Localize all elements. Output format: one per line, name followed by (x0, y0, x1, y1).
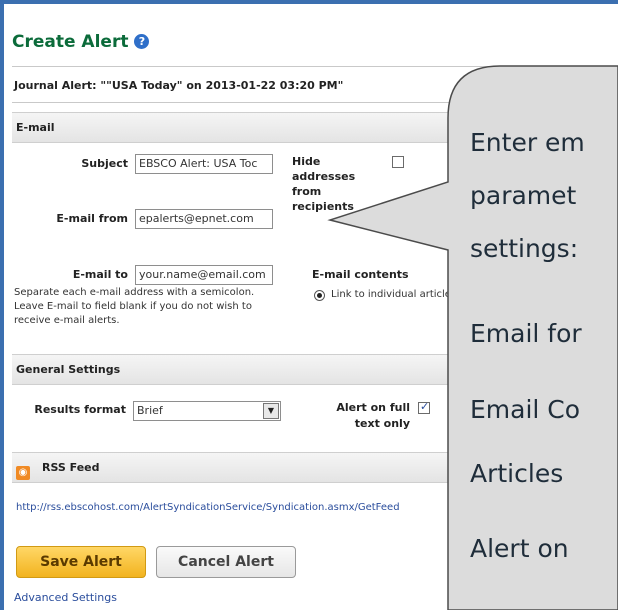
callout-line: Email for (470, 319, 582, 348)
callout-line: Email Co (470, 395, 581, 424)
callout-line: Enter em (470, 128, 585, 157)
callout-line: Articles (470, 459, 564, 488)
callout-bubble (327, 65, 618, 610)
callout-line: Alert on (470, 534, 569, 563)
callout-line: paramet (470, 181, 577, 210)
callout-line: settings: (470, 234, 579, 263)
